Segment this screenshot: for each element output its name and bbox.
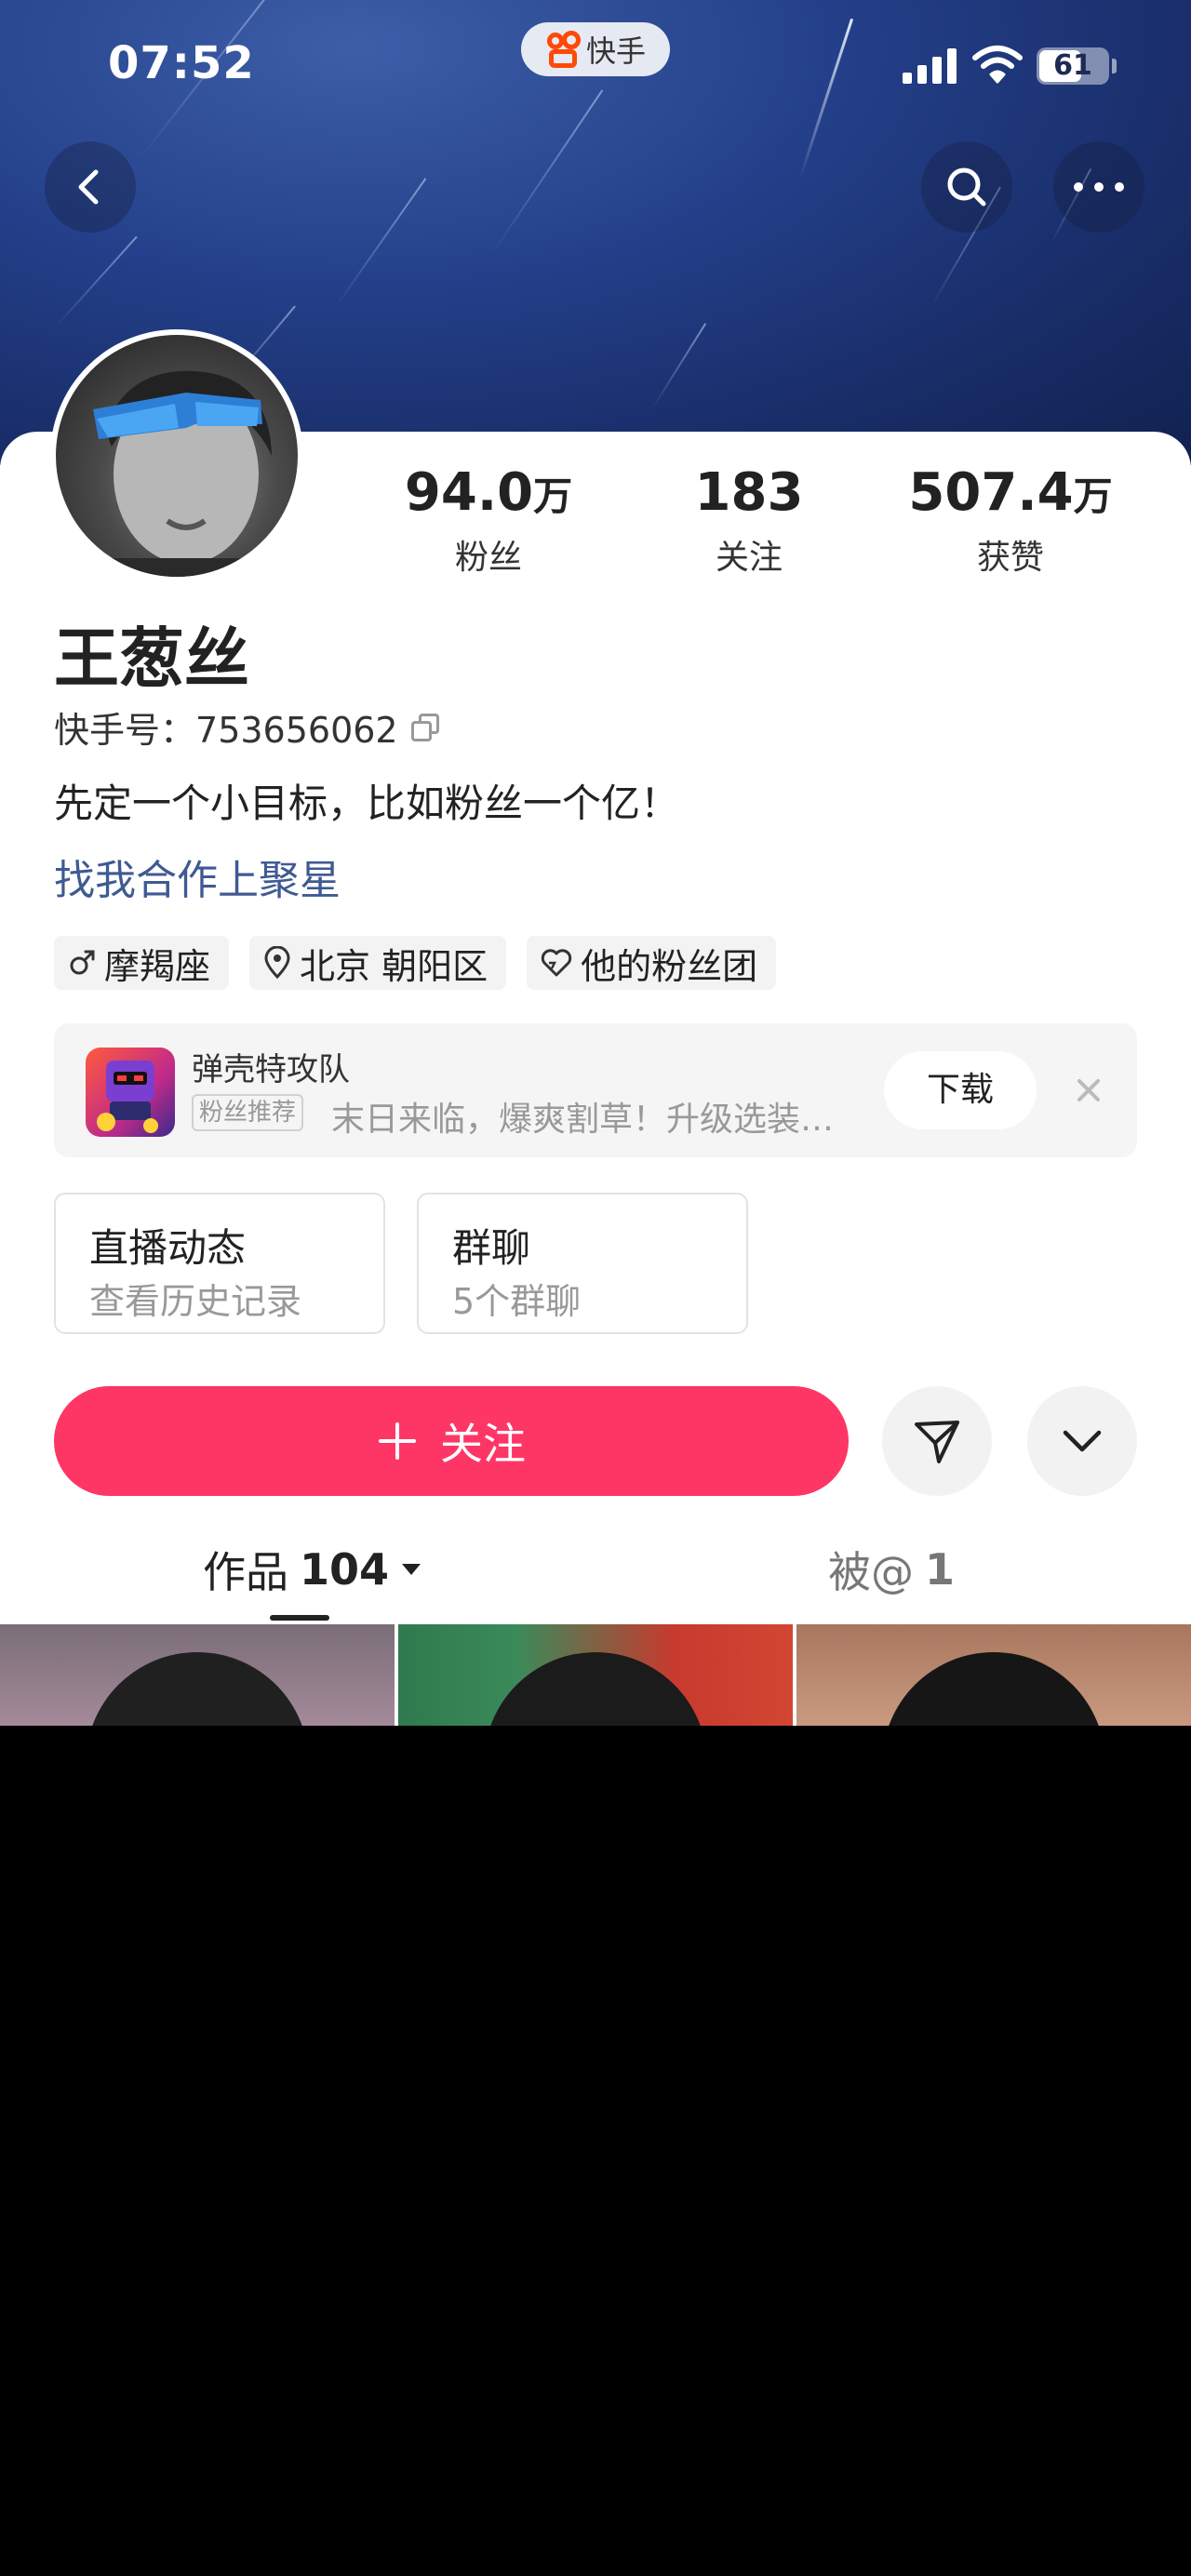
stat-value: 183 <box>694 462 804 523</box>
group-chat-entry[interactable]: 群聊 5个群聊 <box>417 1193 748 1334</box>
stat-label: 关注 <box>715 539 783 577</box>
cellular-signal-icon <box>903 48 958 84</box>
app-name: 快手 <box>585 33 646 69</box>
kuaishou-id-row: 快手号：753656062 <box>54 701 439 753</box>
entry-subtitle: 查看历史记录 <box>89 1281 302 1322</box>
location-pin-icon <box>264 946 290 980</box>
heart-icon <box>541 949 572 977</box>
tag-label: 他的粉丝团 <box>581 945 758 987</box>
stat-likes[interactable]: 507.4万 获赞 <box>899 461 1122 579</box>
profile-tags: 摩羯座 北京 朝阳区 他的粉丝团 <box>54 936 777 990</box>
male-icon <box>70 950 95 975</box>
blank-area <box>0 1726 1191 2576</box>
tab-label: 被@ <box>828 1547 914 1597</box>
chevron-left-icon <box>78 169 99 205</box>
follow-label: 关注 <box>440 1419 526 1469</box>
entry-subtitle: 5个群聊 <box>452 1281 582 1322</box>
stat-label: 粉丝 <box>454 539 522 577</box>
profile-name: 王葱丝 <box>54 621 249 697</box>
stat-value: 94.0 <box>404 462 534 523</box>
kuaishou-id-label: 快手号： <box>54 710 196 751</box>
tag-label: 摩羯座 <box>104 945 211 987</box>
avatar[interactable] <box>50 329 303 582</box>
copy-icon[interactable] <box>410 713 439 741</box>
stat-label: 获赞 <box>976 539 1044 577</box>
video-grid <box>0 1624 1191 1726</box>
video-thumbnail[interactable] <box>796 1624 1191 1726</box>
stat-unit: 万 <box>533 474 573 519</box>
stat-value: 507.4 <box>908 462 1074 523</box>
entry-title: 直播动态 <box>89 1225 247 1271</box>
tab-mentioned[interactable]: 被@ 1 <box>828 1539 955 1600</box>
avatar-portrait <box>56 370 298 577</box>
profile-screen: 07:52 快手 61 94.0万 粉丝 183 关注 507.4万 获赞 王葱… <box>0 0 1191 1726</box>
chevron-down-icon <box>1063 1430 1102 1452</box>
plus-icon <box>379 1422 416 1460</box>
tab-count: 104 <box>300 1544 390 1595</box>
app-indicator-pill: 快手 <box>521 22 670 76</box>
video-thumbnail[interactable] <box>398 1624 793 1726</box>
live-history-entry[interactable]: 直播动态 查看历史记录 <box>54 1193 385 1334</box>
kuaishou-logo-icon <box>545 31 581 68</box>
tag-constellation: 摩羯座 <box>54 936 230 990</box>
caret-down-icon <box>402 1564 422 1575</box>
download-button[interactable]: 下载 <box>884 1051 1037 1129</box>
status-time: 07:52 <box>108 37 255 89</box>
ad-badge: 粉丝推荐 <box>192 1094 304 1131</box>
expand-button[interactable] <box>1027 1386 1137 1496</box>
stat-following[interactable]: 183 关注 <box>665 461 833 579</box>
battery-level: 61 <box>1053 49 1092 82</box>
tab-label: 作品 <box>203 1547 288 1597</box>
wifi-icon <box>972 46 1023 84</box>
stat-followers[interactable]: 94.0万 粉丝 <box>400 461 577 579</box>
search-button[interactable] <box>921 141 1012 233</box>
search-icon <box>947 167 986 207</box>
stat-unit: 万 <box>1073 474 1113 519</box>
follow-button[interactable]: 关注 <box>54 1386 849 1496</box>
more-dots-icon <box>1074 182 1124 192</box>
ad-description: 末日来临，爆爽割草！升级选装… <box>331 1101 835 1139</box>
entry-title: 群聊 <box>452 1225 531 1271</box>
game-ad-banner[interactable]: 弹壳特攻队 粉丝推荐 末日来临，爆爽割草！升级选装… 下载 <box>54 1023 1137 1157</box>
battery-icon: 61 <box>1037 47 1109 85</box>
tab-works[interactable]: 作品 104 <box>203 1539 422 1600</box>
tab-count: 1 <box>925 1544 956 1595</box>
close-icon <box>1077 1079 1100 1101</box>
kuaishou-id-value: 753656062 <box>195 710 398 751</box>
more-options-button[interactable] <box>1053 141 1144 233</box>
back-button[interactable] <box>45 141 136 233</box>
profile-bio: 先定一个小目标，比如粉丝一个亿！ <box>54 781 680 826</box>
tag-label: 北京 朝阳区 <box>300 945 488 987</box>
tag-location: 北京 朝阳区 <box>249 936 507 990</box>
active-tab-indicator <box>270 1615 329 1621</box>
video-thumbnail[interactable] <box>0 1624 395 1726</box>
ad-title: 弹壳特攻队 <box>192 1051 350 1088</box>
share-button[interactable] <box>882 1386 992 1496</box>
cooperation-link[interactable]: 找我合作上聚星 <box>54 847 341 906</box>
game-app-icon <box>86 1048 175 1137</box>
close-ad-button[interactable] <box>1063 1064 1115 1116</box>
tag-fan-group[interactable]: 他的粉丝团 <box>527 936 777 990</box>
send-icon <box>915 1421 959 1463</box>
